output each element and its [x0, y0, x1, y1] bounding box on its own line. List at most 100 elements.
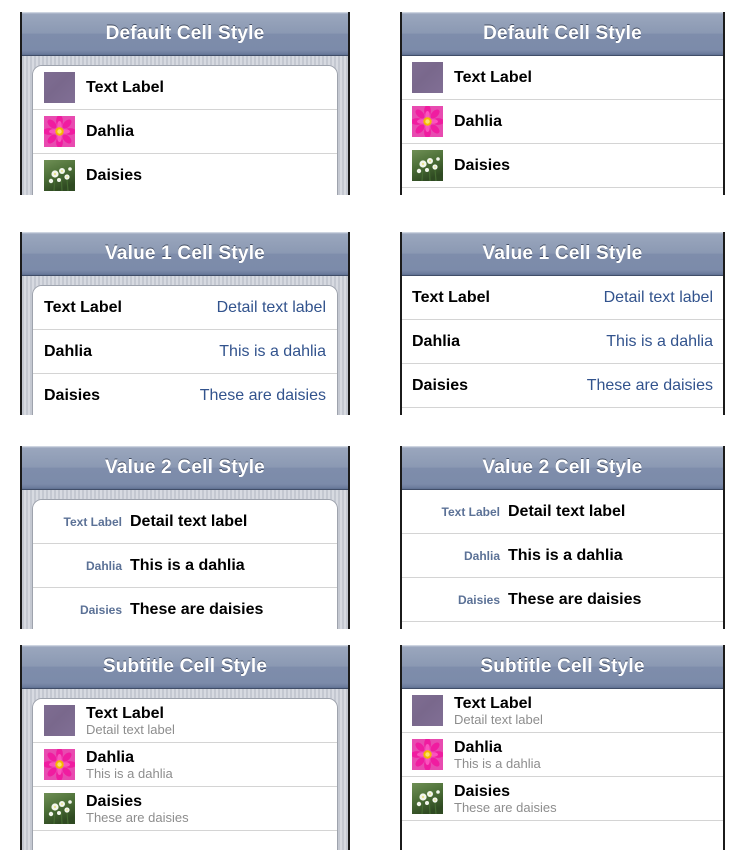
- cell-title: Daisies: [44, 386, 101, 404]
- cell-text-stack: Text Label Detail text label: [86, 705, 175, 737]
- cell-text-stack: Text Label Detail text label: [454, 695, 543, 727]
- navbar-title: Value 1 Cell Style: [482, 243, 643, 264]
- table-row[interactable]: Dahlia: [33, 110, 337, 154]
- table-row[interactable]: Dahlia: [402, 100, 723, 144]
- cell-title: Daisies: [454, 782, 511, 800]
- table-row[interactable]: Text Label Detail text label: [402, 490, 723, 534]
- cell-title: Daisies: [457, 592, 500, 607]
- table-row[interactable]: Text Label Detail text label: [33, 286, 337, 330]
- dahlia-photo-icon: [44, 749, 75, 780]
- navbar-title: Value 2 Cell Style: [482, 457, 643, 478]
- table-row[interactable]: [33, 831, 337, 850]
- table-row[interactable]: Text Label Detail text label: [402, 276, 723, 320]
- cell-detail: This is a dahlia: [130, 556, 245, 574]
- cell-title: Text Label: [63, 514, 122, 529]
- cell-title: Text Label: [454, 68, 532, 86]
- table-row[interactable]: Dahlia This is a dahlia: [402, 534, 723, 578]
- cell-detail: Detail text label: [603, 288, 713, 306]
- cell-title: Text Label: [86, 78, 164, 96]
- table-row[interactable]: Text Label Detail text label: [402, 689, 723, 733]
- table-row[interactable]: Dahlia This is a dahlia: [33, 544, 337, 588]
- navbar-title: Value 1 Cell Style: [105, 243, 265, 264]
- plain-table-view[interactable]: Text Label Detail text label Dahlia This is…: [402, 276, 723, 415]
- device-screen-default-left: Default Cell Style Text Label Dahlia Daisie…: [20, 12, 350, 195]
- device-screen-value2-left: Value 2 Cell Style Text Label Detail text …: [20, 446, 350, 629]
- cell-subtitle: This is a dahlia: [86, 765, 173, 781]
- table-row[interactable]: Dahlia This is a dahlia: [402, 320, 723, 364]
- navigation-bar: Default Cell Style: [22, 12, 348, 56]
- navbar-title: Default Cell Style: [483, 23, 642, 44]
- table-row[interactable]: Text Label: [402, 56, 723, 100]
- device-screen-value1-right: Value 1 Cell Style Text Label Detail text …: [400, 232, 725, 415]
- cell-detail: Detail text label: [130, 512, 248, 530]
- plain-table-view[interactable]: Text Label Dahlia Daisies: [402, 56, 723, 195]
- cell-title: Daisies: [86, 166, 143, 184]
- table-row[interactable]: [402, 408, 723, 415]
- table-row[interactable]: Daisies These are daisies: [33, 787, 337, 831]
- dahlia-photo-icon: [412, 106, 443, 137]
- screenshot-stage: Default Cell Style Text Label Dahlia Daisie…: [0, 0, 734, 855]
- table-row[interactable]: Text Label Detail text label: [33, 500, 337, 544]
- cell-text-stack: Daisies These are daisies: [86, 793, 189, 825]
- navigation-bar: Default Cell Style: [402, 12, 723, 56]
- navbar-title: Subtitle Cell Style: [102, 656, 268, 677]
- cell-title: Dahlia: [412, 332, 461, 350]
- table-row[interactable]: Daisies: [33, 154, 337, 195]
- cell-detail: This is a dahlia: [508, 546, 623, 564]
- daisies-photo-icon: [412, 783, 443, 814]
- purple-swatch-icon: [44, 705, 75, 736]
- purple-swatch-icon: [412, 62, 443, 93]
- cell-text-stack: Dahlia This is a dahlia: [454, 739, 541, 771]
- table-row[interactable]: Text Label: [33, 66, 337, 110]
- table-row[interactable]: [402, 622, 723, 629]
- device-screen-subtitle-right: Subtitle Cell Style Text Label Detail text…: [400, 645, 725, 850]
- table-row[interactable]: [402, 821, 723, 850]
- table-row[interactable]: Daisies These are daisies: [33, 374, 337, 415]
- navigation-bar: Value 1 Cell Style: [22, 232, 348, 276]
- table-row[interactable]: Daisies These are daisies: [33, 588, 337, 629]
- cell-group: Text Label Detail text label Dahlia This is…: [32, 698, 338, 850]
- device-screen-subtitle-left: Subtitle Cell Style Text Label Detail text…: [20, 645, 350, 850]
- plain-table-view[interactable]: Text Label Detail text label Dahlia This is…: [402, 490, 723, 629]
- cell-detail: These are daisies: [130, 600, 264, 618]
- cell-title: Dahlia: [86, 748, 135, 766]
- cell-title: Dahlia: [44, 342, 93, 360]
- table-row[interactable]: Dahlia This is a dahlia: [33, 743, 337, 787]
- daisies-photo-icon: [412, 150, 443, 181]
- cell-title: Dahlia: [463, 548, 500, 563]
- navigation-bar: Subtitle Cell Style: [402, 645, 723, 689]
- grouped-table-view[interactable]: Text Label Detail text label Dahlia This is…: [22, 490, 348, 629]
- table-row[interactable]: Text Label Detail text label: [33, 699, 337, 743]
- table-row[interactable]: Dahlia This is a dahlia: [33, 330, 337, 374]
- cell-group: Text Label Dahlia Daisies: [32, 65, 338, 195]
- cell-text-stack: Daisies These are daisies: [454, 783, 557, 815]
- cell-title: Text Label: [412, 288, 490, 306]
- cell-detail: This is a dahlia: [606, 332, 713, 350]
- table-row[interactable]: [402, 188, 723, 195]
- cell-title: Daisies: [86, 792, 143, 810]
- table-row[interactable]: Dahlia This is a dahlia: [402, 733, 723, 777]
- device-screen-value2-right: Value 2 Cell Style Text Label Detail text …: [400, 446, 725, 629]
- table-row[interactable]: Daisies These are daisies: [402, 364, 723, 408]
- table-row[interactable]: Daisies These are daisies: [402, 578, 723, 622]
- cell-title: Text Label: [441, 504, 500, 519]
- grouped-table-view[interactable]: Text Label Dahlia Daisies: [22, 56, 348, 195]
- plain-table-view[interactable]: Text Label Detail text label Dahlia This is…: [402, 689, 723, 850]
- cell-group: Text Label Detail text label Dahlia This is…: [32, 499, 338, 629]
- grouped-table-view[interactable]: Text Label Detail text label Dahlia This is…: [22, 276, 348, 415]
- cell-detail: These are daisies: [199, 386, 326, 404]
- table-row[interactable]: Daisies: [402, 144, 723, 188]
- daisies-photo-icon: [44, 160, 75, 191]
- table-row[interactable]: Daisies These are daisies: [402, 777, 723, 821]
- grouped-table-view[interactable]: Text Label Detail text label Dahlia This is…: [22, 689, 348, 850]
- navigation-bar: Value 2 Cell Style: [402, 446, 723, 490]
- cell-title: Daisies: [454, 156, 511, 174]
- dahlia-photo-icon: [412, 739, 443, 770]
- cell-title: Daisies: [79, 602, 122, 617]
- navbar-title: Default Cell Style: [105, 23, 265, 44]
- purple-swatch-icon: [412, 695, 443, 726]
- cell-title: Dahlia: [85, 558, 122, 573]
- cell-subtitle: Detail text label: [86, 721, 175, 737]
- cell-detail: These are daisies: [586, 376, 713, 394]
- cell-group: Text Label Detail text label Dahlia This is…: [32, 285, 338, 415]
